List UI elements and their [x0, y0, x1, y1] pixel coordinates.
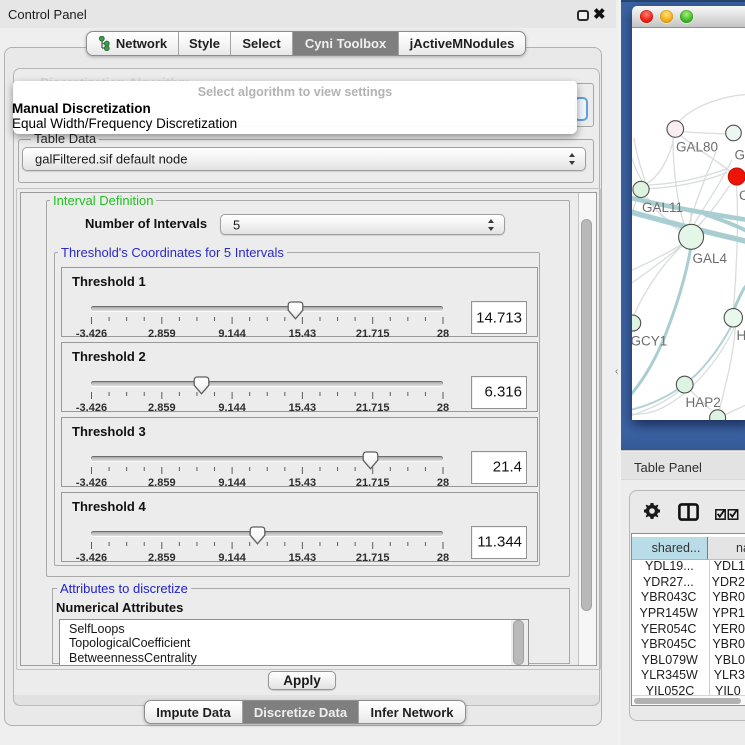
svg-text:HIS: HIS	[737, 328, 745, 343]
svg-text:CD: CD	[739, 188, 745, 203]
svg-text:GAL4: GAL4	[693, 251, 728, 266]
svg-text:HAP2: HAP2	[686, 395, 721, 410]
svg-text:GAL11: GAL11	[642, 200, 683, 215]
svg-text:GCY1: GCY1	[632, 334, 667, 349]
svg-text:GA: GA	[735, 148, 745, 163]
svg-text:GAL80: GAL80	[676, 139, 718, 154]
